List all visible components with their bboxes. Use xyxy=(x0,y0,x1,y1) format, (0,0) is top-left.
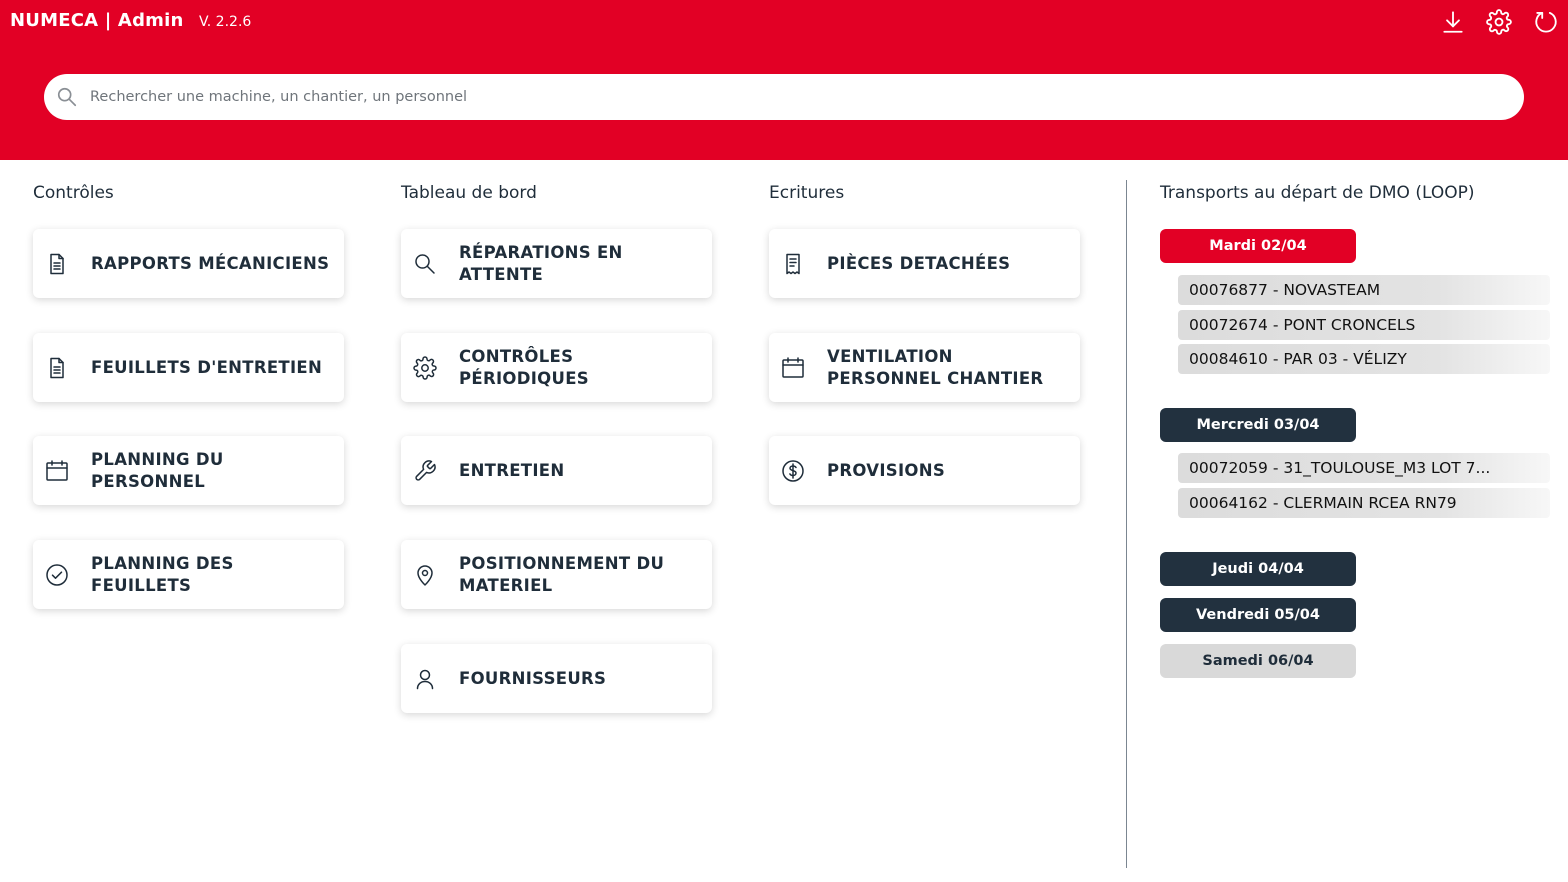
dollar-circle-icon xyxy=(780,458,805,483)
transport-item[interactable]: 00072059 - 31_TOULOUSE_M3 LOT 7... xyxy=(1178,453,1550,483)
card-planning-feuillets[interactable]: PLANNING DES FEUILLETS xyxy=(33,540,344,609)
card-controles-periodiques[interactable]: CONTRÔLES PÉRIODIQUES xyxy=(401,333,712,402)
card-planning-personnel[interactable]: PLANNING DU PERSONNEL xyxy=(33,436,344,505)
card-feuillets-entretien[interactable]: FEUILLETS D'ENTRETIEN xyxy=(33,333,344,402)
app-version: V. 2.2.6 xyxy=(199,14,252,30)
transport-item[interactable]: 00076877 - NOVASTEAM xyxy=(1178,275,1550,305)
day-tab-mercredi[interactable]: Mercredi 03/04 xyxy=(1160,408,1356,442)
card-label: RAPPORTS MÉCANICIENS xyxy=(91,253,330,273)
refresh-icon[interactable] xyxy=(1532,8,1560,36)
wrench-icon xyxy=(412,458,437,483)
card-label: ENTRETIEN xyxy=(459,460,565,480)
document-icon xyxy=(44,251,69,276)
card-label: FOURNISSEURS xyxy=(459,668,607,688)
card-label: PROVISIONS xyxy=(827,460,946,480)
transports-title: Transports au départ de DMO (LOOP) xyxy=(1160,183,1475,203)
card-pieces-detachees[interactable]: PIÈCES DETACHÉES xyxy=(769,229,1080,298)
search-icon xyxy=(412,251,437,276)
app-brand: NUMECA | Admin xyxy=(10,10,184,31)
search-input[interactable] xyxy=(90,89,1490,105)
user-icon xyxy=(412,666,437,691)
search-icon xyxy=(56,86,78,108)
day-tab-jeudi[interactable]: Jeudi 04/04 xyxy=(1160,552,1356,586)
document-icon xyxy=(44,355,69,380)
column-title-tableau: Tableau de bord xyxy=(401,183,537,203)
day-tab-samedi[interactable]: Samedi 06/04 xyxy=(1160,644,1356,678)
day-tab-mardi[interactable]: Mardi 02/04 xyxy=(1160,229,1356,263)
card-reparations-attente[interactable]: RÉPARATIONS EN ATTENTE xyxy=(401,229,712,298)
card-provisions[interactable]: PROVISIONS xyxy=(769,436,1080,505)
card-label: VENTILATION PERSONNEL CHANTIER xyxy=(827,346,1044,388)
card-entretien[interactable]: ENTRETIEN xyxy=(401,436,712,505)
card-label: FEUILLETS D'ENTRETIEN xyxy=(91,357,323,377)
card-ventilation-personnel[interactable]: VENTILATION PERSONNEL CHANTIER xyxy=(769,333,1080,402)
card-label: RÉPARATIONS EN ATTENTE xyxy=(459,242,623,284)
column-divider xyxy=(1126,180,1127,868)
search-bar[interactable] xyxy=(44,74,1524,120)
card-label: PLANNING DES FEUILLETS xyxy=(91,553,234,595)
gear-icon xyxy=(412,355,437,380)
card-label: PLANNING DU PERSONNEL xyxy=(91,449,224,491)
check-circle-icon xyxy=(44,562,69,587)
download-icon[interactable] xyxy=(1439,8,1467,36)
calendar-icon xyxy=(780,355,805,380)
card-fournisseurs[interactable]: FOURNISSEURS xyxy=(401,644,712,713)
card-label: CONTRÔLES PÉRIODIQUES xyxy=(459,346,589,388)
card-positionnement-materiel[interactable]: POSITIONNEMENT DU MATERIEL xyxy=(401,540,712,609)
card-rapports-mecaniciens[interactable]: RAPPORTS MÉCANICIENS xyxy=(33,229,344,298)
transport-item[interactable]: 00064162 - CLERMAIN RCEA RN79 xyxy=(1178,488,1550,518)
receipt-icon xyxy=(780,251,805,276)
calendar-icon xyxy=(44,458,69,483)
map-pin-icon xyxy=(412,562,437,587)
transport-item[interactable]: 00072674 - PONT CRONCELS xyxy=(1178,310,1550,340)
card-label: PIÈCES DETACHÉES xyxy=(827,253,1011,273)
app-header: NUMECA | Admin V. 2.2.6 xyxy=(0,0,1568,160)
gear-icon[interactable] xyxy=(1485,8,1513,36)
column-title-ecritures: Ecritures xyxy=(769,183,845,203)
column-title-controles: Contrôles xyxy=(33,183,114,203)
day-tab-vendredi[interactable]: Vendredi 05/04 xyxy=(1160,598,1356,632)
card-label: POSITIONNEMENT DU MATERIEL xyxy=(459,553,665,595)
transport-item[interactable]: 00084610 - PAR 03 - VÉLIZY xyxy=(1178,344,1550,374)
